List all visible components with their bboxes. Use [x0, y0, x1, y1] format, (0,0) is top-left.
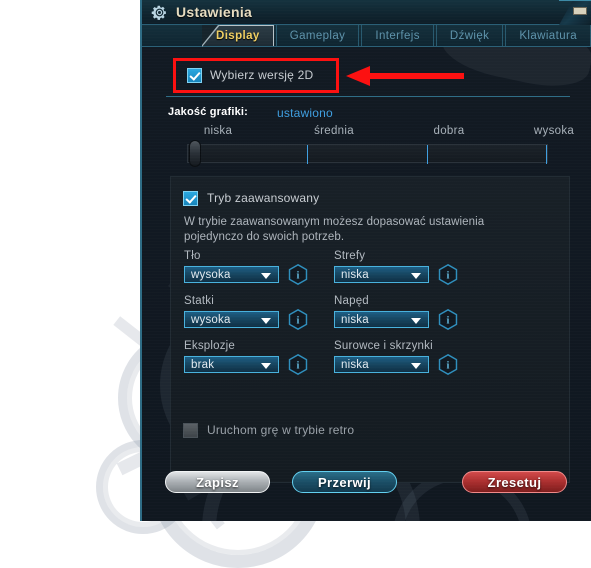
- slider-tick-srednia: średnia: [314, 125, 354, 137]
- quality-value: ustawiono: [277, 106, 333, 120]
- quality-label: Jakość grafiki:: [168, 106, 249, 118]
- active-tab-notch-inner: [202, 25, 218, 45]
- minimize-button[interactable]: [559, 0, 591, 25]
- checkbox-retro-mode[interactable]: [183, 423, 198, 438]
- tab-gameplay[interactable]: Gameplay: [275, 25, 360, 46]
- info-icon[interactable]: i: [438, 354, 458, 375]
- chevron-down-icon: [261, 318, 271, 324]
- settings-content: Wybierz wersję 2D Jakość grafiki: ustawi…: [142, 47, 591, 521]
- tab-label: Dźwięk: [449, 29, 490, 42]
- chevron-down-icon: [261, 363, 271, 369]
- slider-tick-wysoka: wysoka: [533, 125, 575, 137]
- svg-text:i: i: [447, 316, 450, 327]
- settings-window: Ustawienia Display Gameplay Interfejs Dź…: [140, 0, 591, 521]
- slider-tick-dobra: dobra: [433, 125, 465, 137]
- dropdown-label: Strefy: [334, 250, 366, 262]
- reset-button[interactable]: Zresetuj: [462, 471, 567, 493]
- dropdown-eksplozje[interactable]: brak: [184, 356, 279, 373]
- dropdown-strefy[interactable]: niska: [334, 266, 429, 283]
- slider-segment-divider: [307, 145, 308, 164]
- info-icon[interactable]: i: [438, 309, 458, 330]
- dropdown-label: Eksplozje: [184, 340, 236, 352]
- dropdown-statki[interactable]: wysoka: [184, 311, 279, 328]
- dropdown-label: Napęd: [334, 295, 369, 307]
- gear-icon: [151, 5, 166, 20]
- checkbox-advanced-mode[interactable]: [183, 191, 198, 206]
- svg-text:i: i: [447, 271, 450, 282]
- svg-text:i: i: [297, 361, 300, 372]
- dropdown-value: niska: [341, 268, 369, 281]
- svg-text:i: i: [447, 361, 450, 372]
- chevron-down-icon: [261, 273, 271, 279]
- dropdown-surowce[interactable]: niska: [334, 356, 429, 373]
- tab-klawiatura[interactable]: Klawiatura: [505, 25, 591, 46]
- annotation-arrow-shaft: [368, 73, 464, 79]
- dropdown-value: wysoka: [191, 313, 231, 326]
- minimize-icon: [573, 7, 587, 15]
- quality-slider-ticks: niska średnia dobra wysoka: [166, 125, 574, 141]
- quality-slider-track[interactable]: [187, 144, 548, 164]
- annotation-rectangle: [173, 58, 339, 93]
- info-icon[interactable]: i: [438, 264, 458, 285]
- svg-text:i: i: [297, 316, 300, 327]
- tab-interfejs[interactable]: Interfejs: [361, 25, 434, 46]
- chevron-down-icon: [411, 273, 421, 279]
- advanced-mode-description: W trybie zaawansowanym możesz dopasować …: [184, 216, 485, 243]
- tab-label: Gameplay: [289, 29, 346, 42]
- dropdown-label: Tło: [184, 250, 201, 262]
- slider-segment-divider: [427, 145, 428, 164]
- checkbox-retro-mode-label: Uruchom grę w trybie retro: [207, 423, 355, 437]
- advanced-settings-panel: Tryb zaawansowany W trybie zaawansowanym…: [170, 176, 570, 483]
- slider-segment-divider: [546, 145, 547, 164]
- cancel-button[interactable]: Przerwij: [292, 471, 397, 493]
- window-title: Ustawienia: [176, 4, 253, 20]
- dropdown-value: brak: [191, 358, 215, 371]
- annotation-arrow-head: [346, 66, 370, 86]
- dropdown-naped[interactable]: niska: [334, 311, 429, 328]
- save-button[interactable]: Zapisz: [165, 471, 270, 493]
- dropdown-label: Surowce i skrzynki: [334, 340, 433, 352]
- tab-label: Interfejs: [375, 29, 420, 42]
- section-divider: [166, 96, 570, 97]
- info-icon[interactable]: i: [288, 264, 308, 285]
- tab-dzwiek[interactable]: Dźwięk: [435, 25, 504, 46]
- dropdown-value: niska: [341, 313, 369, 326]
- dropdown-value: niska: [341, 358, 369, 371]
- info-icon[interactable]: i: [288, 309, 308, 330]
- slider-tick-niska: niska: [203, 125, 233, 137]
- tab-label: Klawiatura: [519, 29, 578, 42]
- checkbox-advanced-mode-label: Tryb zaawansowany: [207, 191, 320, 205]
- dropdown-label: Statki: [184, 295, 214, 307]
- dropdown-tlo[interactable]: wysoka: [184, 266, 279, 283]
- tab-label: Display: [216, 30, 260, 42]
- dialog-footer: Zapisz Przerwij Zresetuj: [142, 471, 591, 521]
- chevron-down-icon: [411, 363, 421, 369]
- info-icon[interactable]: i: [288, 354, 308, 375]
- window-titlebar[interactable]: Ustawienia: [142, 0, 591, 25]
- svg-text:i: i: [297, 271, 300, 282]
- quality-slider-handle[interactable]: [189, 140, 201, 167]
- dropdown-value: wysoka: [191, 268, 231, 281]
- chevron-down-icon: [411, 318, 421, 324]
